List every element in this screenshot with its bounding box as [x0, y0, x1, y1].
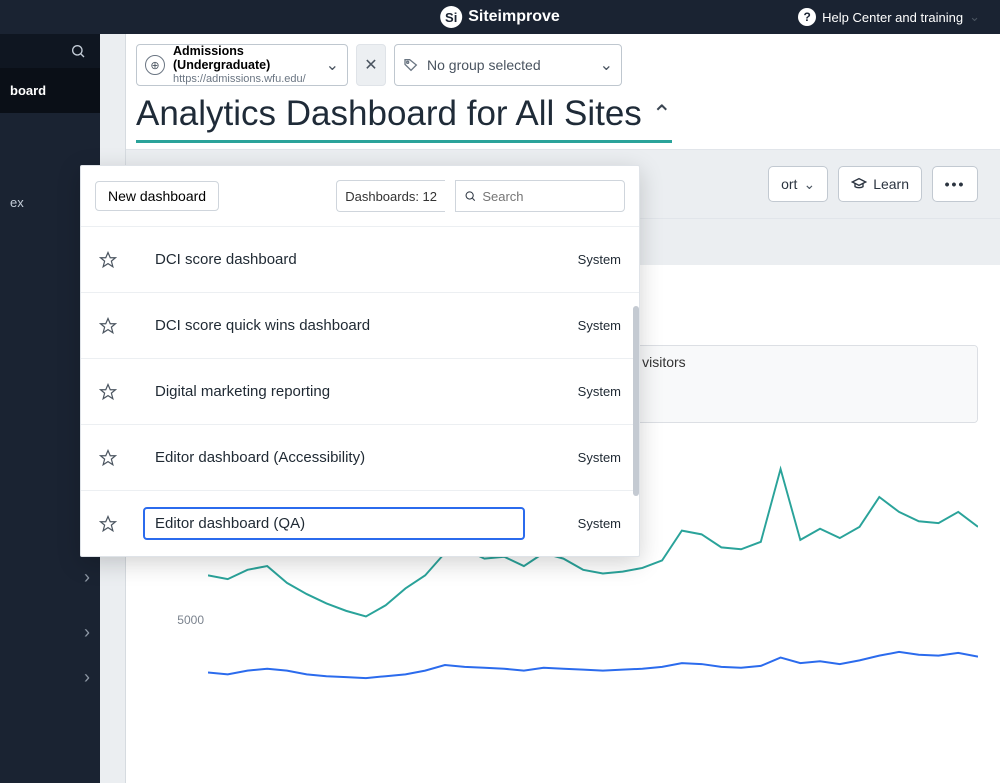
dashboard-item-name[interactable]: Digital marketing reporting — [145, 377, 523, 406]
page-title-text: Analytics Dashboard for All Sites — [136, 94, 642, 134]
site-title: Admissions (Undergraduate) — [173, 45, 318, 73]
dashboard-list-item[interactable]: DCI score dashboard System — [81, 226, 639, 292]
y-tick: 5000 — [177, 613, 204, 627]
group-selector[interactable]: No group selected ⌄ — [394, 44, 622, 86]
clear-site-button[interactable]: ✕ — [356, 44, 386, 86]
star-icon[interactable] — [99, 317, 117, 335]
star-icon[interactable] — [99, 449, 117, 467]
sidebar-search[interactable] — [0, 34, 100, 68]
dashboard-list-item[interactable]: Digital marketing reporting System — [81, 358, 639, 424]
export-label: ort — [781, 176, 797, 192]
star-icon[interactable] — [99, 515, 117, 533]
globe-icon: ⊕ — [145, 55, 165, 75]
chevron-down-icon: ⌄ — [326, 55, 339, 75]
site-selector[interactable]: ⊕ Admissions (Undergraduate) https://adm… — [136, 44, 348, 86]
sidebar-item-label: ex — [10, 195, 24, 210]
close-icon: ✕ — [364, 55, 377, 75]
dashboard-item-name[interactable]: Editor dashboard (QA) — [145, 509, 523, 538]
chevron-up-icon: ⌃ — [652, 100, 672, 129]
page-title-dropdown[interactable]: Analytics Dashboard for All Sites ⌃ — [136, 94, 672, 143]
brand-name: Siteimprove — [468, 8, 560, 26]
dashboard-item-tag: System — [551, 384, 621, 399]
help-center-button[interactable]: ? Help Center and training ⌄ — [798, 8, 980, 26]
dashboard-item-tag: System — [551, 318, 621, 333]
dashboard-item-tag: System — [551, 516, 621, 531]
search-icon — [70, 43, 86, 59]
dashboard-list-item[interactable]: Editor dashboard (Accessibility) System — [81, 424, 639, 490]
chevron-right-icon — [84, 567, 90, 588]
group-label: No group selected — [427, 57, 592, 73]
star-icon[interactable] — [99, 251, 117, 269]
dashboard-dropdown-panel: New dashboard Dashboards: 12 DCI score d… — [80, 165, 640, 557]
sidebar-item[interactable] — [0, 555, 100, 600]
sidebar-item[interactable] — [0, 655, 100, 700]
dashboard-item-name[interactable]: DCI score quick wins dashboard — [145, 311, 523, 340]
more-button[interactable]: ••• — [932, 166, 978, 202]
chevron-right-icon — [84, 667, 90, 688]
learn-label: Learn — [873, 176, 909, 192]
help-label: Help Center and training — [822, 10, 963, 25]
chevron-down-icon: ⌄ — [600, 55, 613, 75]
graduation-icon — [851, 176, 867, 192]
sidebar-item[interactable] — [0, 610, 100, 655]
dashboard-search[interactable] — [455, 180, 625, 212]
dashboard-count: Dashboards: 12 — [336, 180, 445, 212]
dashboard-list-item[interactable]: DCI score quick wins dashboard System — [81, 292, 639, 358]
topbar: Si Siteimprove ? Help Center and trainin… — [0, 0, 1000, 34]
sidebar-item-label: board — [10, 83, 46, 98]
dashboard-list-item[interactable]: Editor dashboard (QA) System — [81, 490, 639, 556]
dashboard-search-input[interactable] — [482, 189, 616, 204]
search-icon — [464, 189, 476, 203]
more-icon: ••• — [945, 176, 966, 192]
new-dashboard-button[interactable]: New dashboard — [95, 181, 219, 211]
tag-icon — [403, 57, 419, 73]
sidebar-item-dashboard[interactable]: board — [0, 68, 100, 113]
chevron-down-icon: ⌄ — [803, 176, 815, 193]
scrollbar[interactable] — [633, 306, 639, 496]
dashboard-item-tag: System — [551, 252, 621, 267]
export-button[interactable]: ort ⌄ — [768, 166, 828, 202]
brand-badge: Si — [440, 6, 462, 28]
site-url: https://admissions.wfu.edu/ — [173, 73, 318, 85]
learn-button[interactable]: Learn — [838, 166, 922, 202]
star-icon[interactable] — [99, 383, 117, 401]
chevron-down-icon: ⌄ — [969, 9, 980, 25]
dashboard-item-name[interactable]: Editor dashboard (Accessibility) — [145, 443, 523, 472]
chevron-right-icon — [84, 622, 90, 643]
dashboard-item-name[interactable]: DCI score dashboard — [145, 245, 523, 274]
dashboard-item-tag: System — [551, 450, 621, 465]
help-icon: ? — [798, 8, 816, 26]
